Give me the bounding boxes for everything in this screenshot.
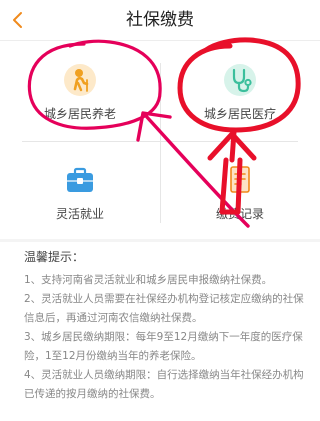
- tip-item: 4、灵活就业人员缴纳期限：自行选择缴纳当年社保经办机构已传递的按月缴纳的社保费。: [24, 369, 304, 400]
- tips-title: 温馨提示：: [24, 250, 85, 264]
- navbar: 社保缴费: [0, 0, 320, 41]
- briefcase-icon: [67, 167, 93, 192]
- menu-item-rural-medical[interactable]: 城乡居民医疗: [160, 45, 320, 141]
- menu-item-rural-pension[interactable]: 城乡居民养老: [0, 45, 160, 141]
- section-divider: [0, 239, 320, 242]
- menu-item-label: 城乡居民养老: [43, 107, 116, 121]
- back-button[interactable]: [4, 6, 32, 34]
- grid-divider-horizontal: [22, 141, 298, 142]
- tip-item: 3、城乡居民缴纳期限：每年9至12月缴纳下一年度的医疗保险，1至12月份缴纳当年…: [24, 331, 303, 362]
- service-grid: 城乡居民养老 城乡居民医疗 灵活就业 缴费记录: [0, 41, 320, 239]
- menu-item-flexible-employment[interactable]: 灵活就业: [0, 145, 160, 241]
- tip-item: 2、灵活就业人员需要在社保经办机构登记核定应缴纳的社保信息后，再通过河南农信缴纳…: [24, 293, 304, 324]
- document-icon: [230, 166, 250, 193]
- menu-item-payment-records[interactable]: 缴费记录: [160, 145, 320, 241]
- menu-item-label: 缴费记录: [215, 207, 264, 221]
- page-title: 社保缴费: [126, 10, 194, 30]
- tip-item: 1、支持河南省灵活就业和城乡居民申报缴纳社保费。: [24, 274, 273, 286]
- tips-section: 温馨提示： 1、支持河南省灵活就业和城乡居民申报缴纳社保费。 2、灵活就业人员需…: [24, 248, 306, 404]
- chevron-left-icon: [13, 12, 22, 28]
- stethoscope-icon: [224, 64, 256, 96]
- menu-item-label: 城乡居民医疗: [203, 107, 276, 121]
- elderly-person-icon: [64, 64, 96, 96]
- menu-item-label: 灵活就业: [55, 207, 104, 221]
